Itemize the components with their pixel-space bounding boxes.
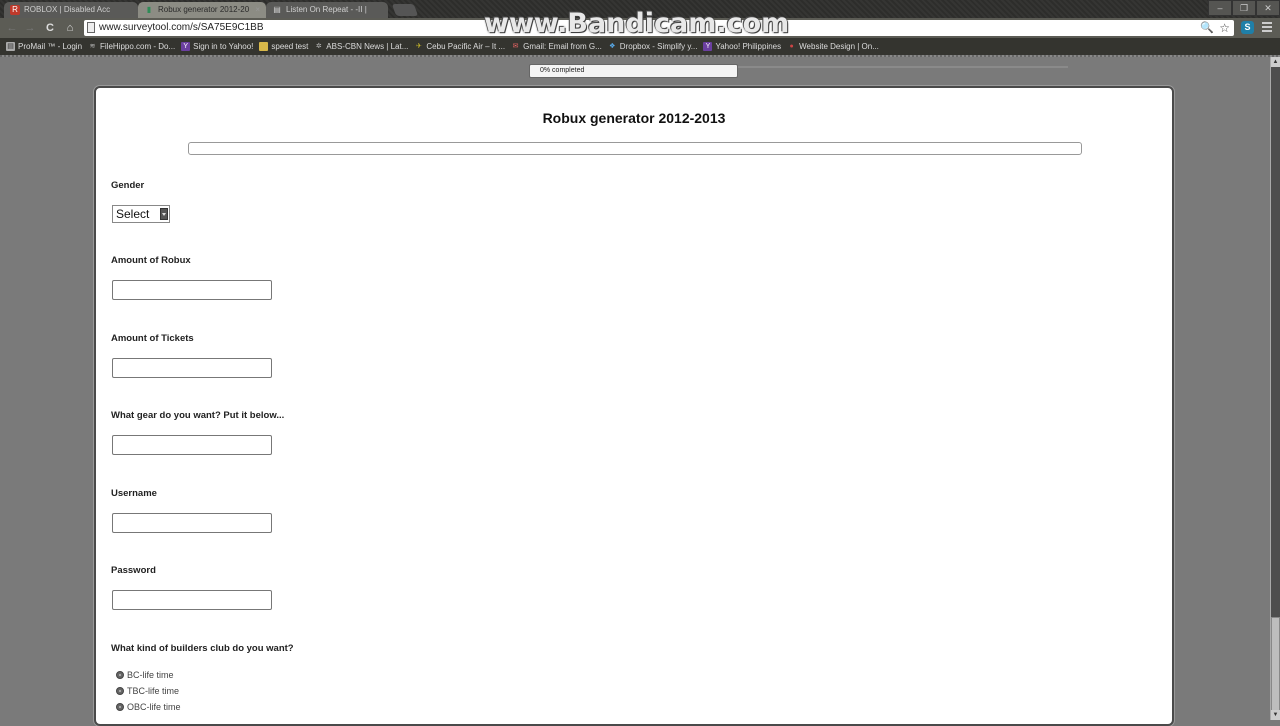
bookmark-speed-test[interactable]: speed test	[259, 42, 308, 51]
close-window-button[interactable]: ✕	[1256, 0, 1280, 16]
bookmark-website-design[interactable]: ● Website Design | On...	[787, 42, 879, 51]
minimize-button[interactable]: –	[1208, 0, 1232, 16]
dropdown-arrow-icon[interactable]	[160, 208, 168, 220]
bookmark-label: Yahoo! Philippines	[715, 42, 782, 51]
bookmark-cebu-pacific[interactable]: ✈ Cebu Pacific Air – It ...	[414, 42, 505, 51]
bookmark-label: ProMail ™ - Login	[18, 42, 83, 51]
bookmark-label: Cebu Pacific Air – It ...	[426, 42, 506, 51]
bookmark-gmail[interactable]: ✉ Gmail: Email from G...	[511, 42, 602, 51]
radio-label: OBC-life time	[127, 702, 181, 712]
skype-extension-icon[interactable]: S	[1241, 21, 1254, 34]
question-password-label: Password	[111, 565, 156, 576]
bookmarks-bar: ▤ ProMail ™ - Login ≋ FileHippo.com - Do..…	[0, 38, 1280, 55]
url-text[interactable]: www.surveytool.com/s/SA75E9C1BB	[99, 20, 264, 36]
question-gender-label: Gender	[111, 180, 145, 191]
bookmark-star-icon[interactable]: ☆	[1219, 20, 1230, 36]
gender-select-value: Select	[116, 207, 150, 221]
question-robux-label: Amount of Robux	[111, 255, 191, 266]
bookmark-label: speed test	[271, 42, 309, 51]
reload-button[interactable]: C	[42, 20, 58, 36]
bookmark-label: Sign in to Yahoo!	[193, 42, 254, 51]
survey-progress-bar: 0% completed	[529, 64, 738, 78]
robux-amount-input[interactable]	[112, 280, 272, 300]
tab-label: Robux generator 2012-20	[158, 5, 250, 14]
page-icon: ▤	[273, 5, 281, 14]
bookmark-label: ABS-CBN News | Lat...	[326, 42, 409, 51]
bandicam-watermark: www.Bandicam.com	[484, 8, 790, 39]
progress-text: 0% completed	[540, 67, 585, 74]
tab-listen-on-repeat[interactable]: ▤ Listen On Repeat - -II |	[266, 2, 388, 18]
page-icon	[87, 22, 95, 33]
window-controls: – ❐ ✕	[1208, 0, 1280, 16]
tab-robux-generator[interactable]: ▮ Robux generator 2012-20 ×	[138, 2, 266, 18]
survey-header-bar	[188, 142, 1082, 155]
radio-label: BC-life time	[127, 670, 174, 680]
survey-title: Robux generator 2012-2013	[542, 110, 726, 126]
close-tab-icon[interactable]: ×	[255, 2, 260, 18]
menu-icon[interactable]	[1262, 22, 1272, 33]
new-tab-button[interactable]	[391, 4, 419, 16]
bookmark-filehippo[interactable]: ≋ FileHippo.com - Do...	[88, 42, 176, 51]
tab-label: Listen On Repeat - -II |	[286, 5, 367, 14]
back-button[interactable]: ←	[4, 20, 20, 36]
gender-select[interactable]: Select	[112, 205, 170, 223]
tab-label: ROBLOX | Disabled Acc	[24, 5, 111, 14]
forward-button[interactable]: →	[22, 20, 38, 36]
dropbox-icon: ❖	[609, 43, 616, 50]
bookmark-label: FileHippo.com - Do...	[100, 42, 176, 51]
radio-option-tbc[interactable]: TBC-life time	[116, 686, 179, 696]
bookmark-promail[interactable]: ▤ ProMail ™ - Login	[6, 42, 82, 51]
home-button[interactable]: ⌂	[62, 20, 78, 36]
bookmark-label: Website Design | On...	[799, 42, 879, 51]
bookmark-abs-cbn[interactable]: ✲ ABS-CBN News | Lat...	[314, 42, 409, 51]
radio-button[interactable]	[116, 687, 124, 695]
bookmark-dropbox[interactable]: ❖ Dropbox - Simplify y...	[608, 42, 698, 51]
abs-cbn-icon: ✲	[315, 43, 322, 50]
username-input[interactable]	[112, 513, 272, 533]
tickets-amount-input[interactable]	[112, 358, 272, 378]
bookmark-label: Dropbox - Simplify y...	[619, 42, 698, 51]
vertical-scrollbar[interactable]: ▲ ▼	[1270, 57, 1280, 720]
password-input[interactable]	[112, 590, 272, 610]
cebu-pacific-icon: ✈	[415, 43, 422, 50]
bookmark-label: Gmail: Email from G...	[523, 42, 602, 51]
surveytool-icon: ▮	[146, 5, 152, 14]
bookmark-yahoo-signin[interactable]: Y Sign in to Yahoo!	[181, 42, 253, 51]
roblox-icon: R	[10, 5, 20, 15]
gear-input[interactable]	[112, 435, 272, 455]
radio-label: TBC-life time	[127, 686, 180, 696]
zoom-icon[interactable]: 🔍	[1200, 20, 1214, 36]
tab-roblox[interactable]: R ROBLOX | Disabled Acc	[4, 2, 138, 18]
maximize-button[interactable]: ❐	[1232, 0, 1256, 16]
progress-track-line	[738, 66, 1068, 68]
radio-option-obc[interactable]: OBC-life time	[116, 702, 181, 712]
bookmark-page-icon: ▤	[6, 42, 15, 51]
question-gear-label: What gear do you want? Put it below...	[111, 410, 285, 421]
question-builders-club-label: What kind of builders club do you want?	[111, 643, 294, 654]
question-tickets-label: Amount of Tickets	[111, 333, 194, 344]
scroll-up-arrow-icon[interactable]: ▲	[1271, 57, 1280, 67]
folder-icon	[259, 42, 269, 51]
website-design-icon: ●	[789, 43, 794, 50]
scrollbar-thumb[interactable]	[1271, 617, 1280, 717]
radio-option-bc[interactable]: BC-life time	[116, 670, 174, 680]
scroll-down-arrow-icon[interactable]: ▼	[1271, 710, 1280, 720]
yahoo-icon: Y	[703, 42, 713, 51]
radio-button[interactable]	[116, 671, 124, 679]
gmail-icon: ✉	[512, 43, 519, 50]
survey-card: Robux generator 2012-2013 Gender Select …	[94, 86, 1174, 726]
question-username-label: Username	[111, 488, 157, 499]
filehippo-icon: ≋	[89, 43, 96, 50]
radio-button[interactable]	[116, 703, 124, 711]
bookmark-yahoo-philippines[interactable]: Y Yahoo! Philippines	[703, 42, 781, 51]
yahoo-icon: Y	[181, 42, 191, 51]
